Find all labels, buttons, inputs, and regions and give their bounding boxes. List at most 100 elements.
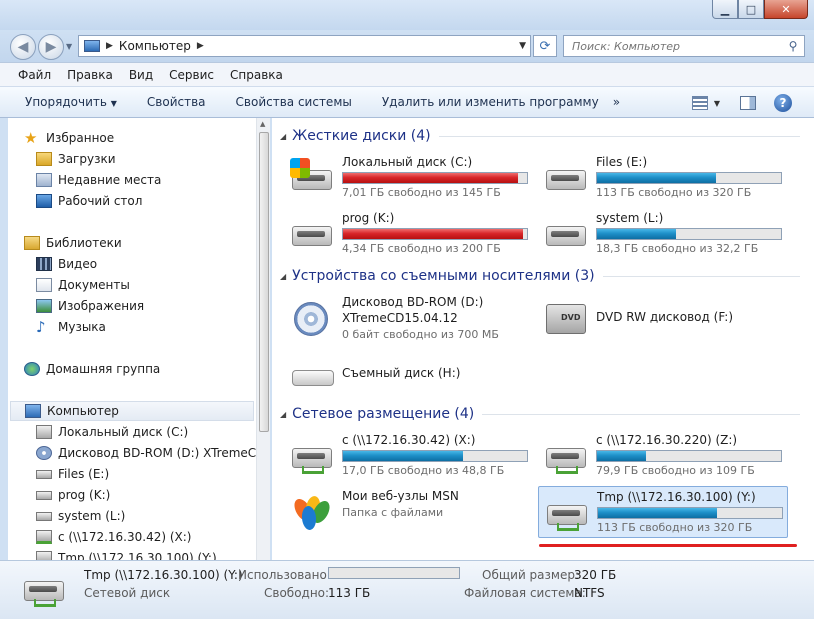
drive-tile-k[interactable]: prog (K:) 4,34 ГБ свободно из 200 ГБ xyxy=(284,208,534,258)
usage-bar-fill xyxy=(598,508,718,518)
folder-name: Мои веб-узлы MSN xyxy=(342,489,459,503)
title-bar: ▁ □ ✕ xyxy=(0,0,814,30)
collapse-caret-icon[interactable]: ◢ xyxy=(280,272,286,281)
nav-drive-k[interactable]: prog (K:) xyxy=(36,485,270,505)
nav-libraries[interactable]: Библиотеки xyxy=(24,233,270,253)
more-commands-button[interactable]: » xyxy=(613,95,620,109)
minimize-button[interactable]: ▁ xyxy=(712,0,738,19)
network-tile-z[interactable]: c (\\172.16.30.220) (Z:) 79,9 ГБ свободн… xyxy=(538,430,788,480)
system-properties-button[interactable]: Свойства системы xyxy=(236,95,352,109)
search-icon[interactable]: ⚲ xyxy=(782,39,804,53)
menu-bar: Файл Правка Вид Сервис Справка xyxy=(0,62,814,86)
nav-drive-e[interactable]: Files (E:) xyxy=(36,464,270,484)
nav-music[interactable]: ♪ Музыка xyxy=(36,317,270,337)
back-button[interactable]: ◀ xyxy=(10,34,36,60)
address-field[interactable]: ▶ Компьютер ▶ ▼ xyxy=(78,35,531,57)
hard-drive-icon xyxy=(36,511,52,521)
drive-tile-d[interactable]: Дисковод BD-ROM (D:) XTremeCD15.04.12 0 … xyxy=(284,292,534,346)
drive-tile-h[interactable]: Съемный диск (H:) xyxy=(284,350,534,398)
breadcrumb-arrow-icon[interactable]: ▶ xyxy=(106,41,113,51)
menu-edit[interactable]: Правка xyxy=(67,68,113,82)
menu-file[interactable]: Файл xyxy=(18,68,51,82)
maximize-button[interactable]: □ xyxy=(738,0,764,19)
command-bar: Упорядочить ▼ Свойства Свойства системы … xyxy=(0,86,814,118)
refresh-button[interactable]: ⟳ xyxy=(533,35,557,57)
help-icon[interactable]: ? xyxy=(774,94,792,112)
nav-drive-x[interactable]: c (\\172.16.30.42) (X:) xyxy=(36,527,270,547)
properties-button[interactable]: Свойства xyxy=(147,95,206,109)
group-title: Сетевое размещение (4) xyxy=(292,406,475,422)
drive-name: prog (K:) xyxy=(342,211,395,225)
search-box[interactable]: ⚲ xyxy=(563,35,805,57)
nav-video[interactable]: Видео xyxy=(36,254,270,274)
nav-desktop[interactable]: Рабочий стол xyxy=(36,191,270,211)
drive-free-space: 79,9 ГБ свободно из 109 ГБ xyxy=(596,464,755,477)
usage-bar xyxy=(597,507,783,519)
nav-drive-y[interactable]: Tmp (\\172.16.30.100) (Y:) xyxy=(36,548,270,560)
hard-drive-icon xyxy=(544,158,590,196)
nav-documents[interactable]: Документы xyxy=(36,275,270,295)
selected-item-name: Tmp (\\172.16.30.100) (Y:) xyxy=(84,568,243,582)
breadcrumb-arrow-icon[interactable]: ▶ xyxy=(197,41,204,51)
search-input[interactable] xyxy=(572,39,782,53)
group-title: Жесткие диски (4) xyxy=(292,128,431,144)
drive-name: DVD RW дисковод (F:) xyxy=(596,310,734,324)
removable-disk-icon xyxy=(290,356,336,394)
group-hard-drives[interactable]: ◢ Жесткие диски (4) xyxy=(280,128,800,144)
pictures-icon xyxy=(36,299,52,313)
menu-help[interactable]: Справка xyxy=(230,68,283,82)
documents-icon xyxy=(36,278,52,292)
used-label: Использовано: xyxy=(238,568,331,582)
address-dropdown-icon[interactable]: ▼ xyxy=(519,41,526,51)
collapse-caret-icon[interactable]: ◢ xyxy=(280,410,286,419)
nav-pictures[interactable]: Изображения xyxy=(36,296,270,316)
recent-pages-dropdown[interactable]: ▼ xyxy=(66,42,72,51)
star-icon: ★ xyxy=(24,129,38,147)
nav-drive-c[interactable]: Локальный диск (C:) xyxy=(36,422,270,442)
collapse-caret-icon[interactable]: ◢ xyxy=(280,132,286,141)
breadcrumb-computer[interactable]: Компьютер xyxy=(119,39,191,53)
nav-drive-l[interactable]: system (L:) xyxy=(36,506,270,526)
nav-label: Компьютер xyxy=(47,404,119,418)
forward-button[interactable]: ▶ xyxy=(38,34,64,60)
computer-icon xyxy=(25,404,41,418)
organize-button[interactable]: Упорядочить ▼ xyxy=(25,95,117,109)
nav-homegroup[interactable]: Домашняя группа xyxy=(24,359,270,379)
scroll-up-icon[interactable]: ▲ xyxy=(260,120,265,128)
usage-bar-fill xyxy=(597,451,647,461)
nav-recent-places[interactable]: Недавние места xyxy=(36,170,270,190)
preview-pane-icon[interactable] xyxy=(740,96,756,110)
navigation-scrollbar[interactable]: ▲ xyxy=(256,118,270,560)
view-options-dropdown-icon[interactable]: ▼ xyxy=(714,99,720,108)
drive-tile-c[interactable]: Локальный диск (C:) 7,01 ГБ свободно из … xyxy=(284,152,534,202)
drive-name: c (\\172.16.30.220) (Z:) xyxy=(596,433,738,447)
menu-view[interactable]: Вид xyxy=(129,68,153,82)
change-view-icon[interactable] xyxy=(691,96,708,110)
group-divider xyxy=(482,413,800,415)
msn-websites-folder[interactable]: Мои веб-узлы MSN Папка с файлами xyxy=(284,486,534,536)
network-drive-icon xyxy=(545,493,591,531)
scrollbar-thumb[interactable] xyxy=(259,132,269,432)
nav-label: system (L:) xyxy=(58,509,126,523)
group-removable[interactable]: ◢ Устройства со съемными носителями (3) xyxy=(280,268,800,284)
drive-name: system (L:) xyxy=(596,211,664,225)
drive-free-space: 0 байт свободно из 700 МБ xyxy=(342,328,499,341)
close-button[interactable]: ✕ xyxy=(764,0,808,19)
nav-label: Tmp (\\172.16.30.100) (Y:) xyxy=(58,551,217,560)
network-tile-y[interactable]: Tmp (\\172.16.30.100) (Y:) 113 ГБ свобод… xyxy=(538,486,788,538)
usage-bar xyxy=(342,450,528,462)
free-label: Свободно: xyxy=(264,586,330,600)
drive-tile-e[interactable]: Files (E:) 113 ГБ свободно из 320 ГБ xyxy=(538,152,788,202)
network-tile-x[interactable]: c (\\172.16.30.42) (X:) 17,0 ГБ свободно… xyxy=(284,430,534,480)
nav-favorites[interactable]: ★ Избранное xyxy=(24,128,270,148)
nav-drive-d[interactable]: Дисковод BD-ROM (D:) XTremeCD15 xyxy=(36,443,270,463)
drive-tile-f[interactable]: DVD RW дисковод (F:) xyxy=(538,292,788,346)
total-size-label: Общий размер: xyxy=(482,568,580,582)
nav-computer[interactable]: Компьютер xyxy=(10,401,254,421)
menu-tools[interactable]: Сервис xyxy=(169,68,214,82)
nav-downloads[interactable]: Загрузки xyxy=(36,149,270,169)
uninstall-program-button[interactable]: Удалить или изменить программу xyxy=(382,95,599,109)
window-controls: ▁ □ ✕ xyxy=(712,0,808,19)
drive-tile-l[interactable]: system (L:) 18,3 ГБ свободно из 32,2 ГБ xyxy=(538,208,788,258)
group-network[interactable]: ◢ Сетевое размещение (4) xyxy=(280,406,800,422)
